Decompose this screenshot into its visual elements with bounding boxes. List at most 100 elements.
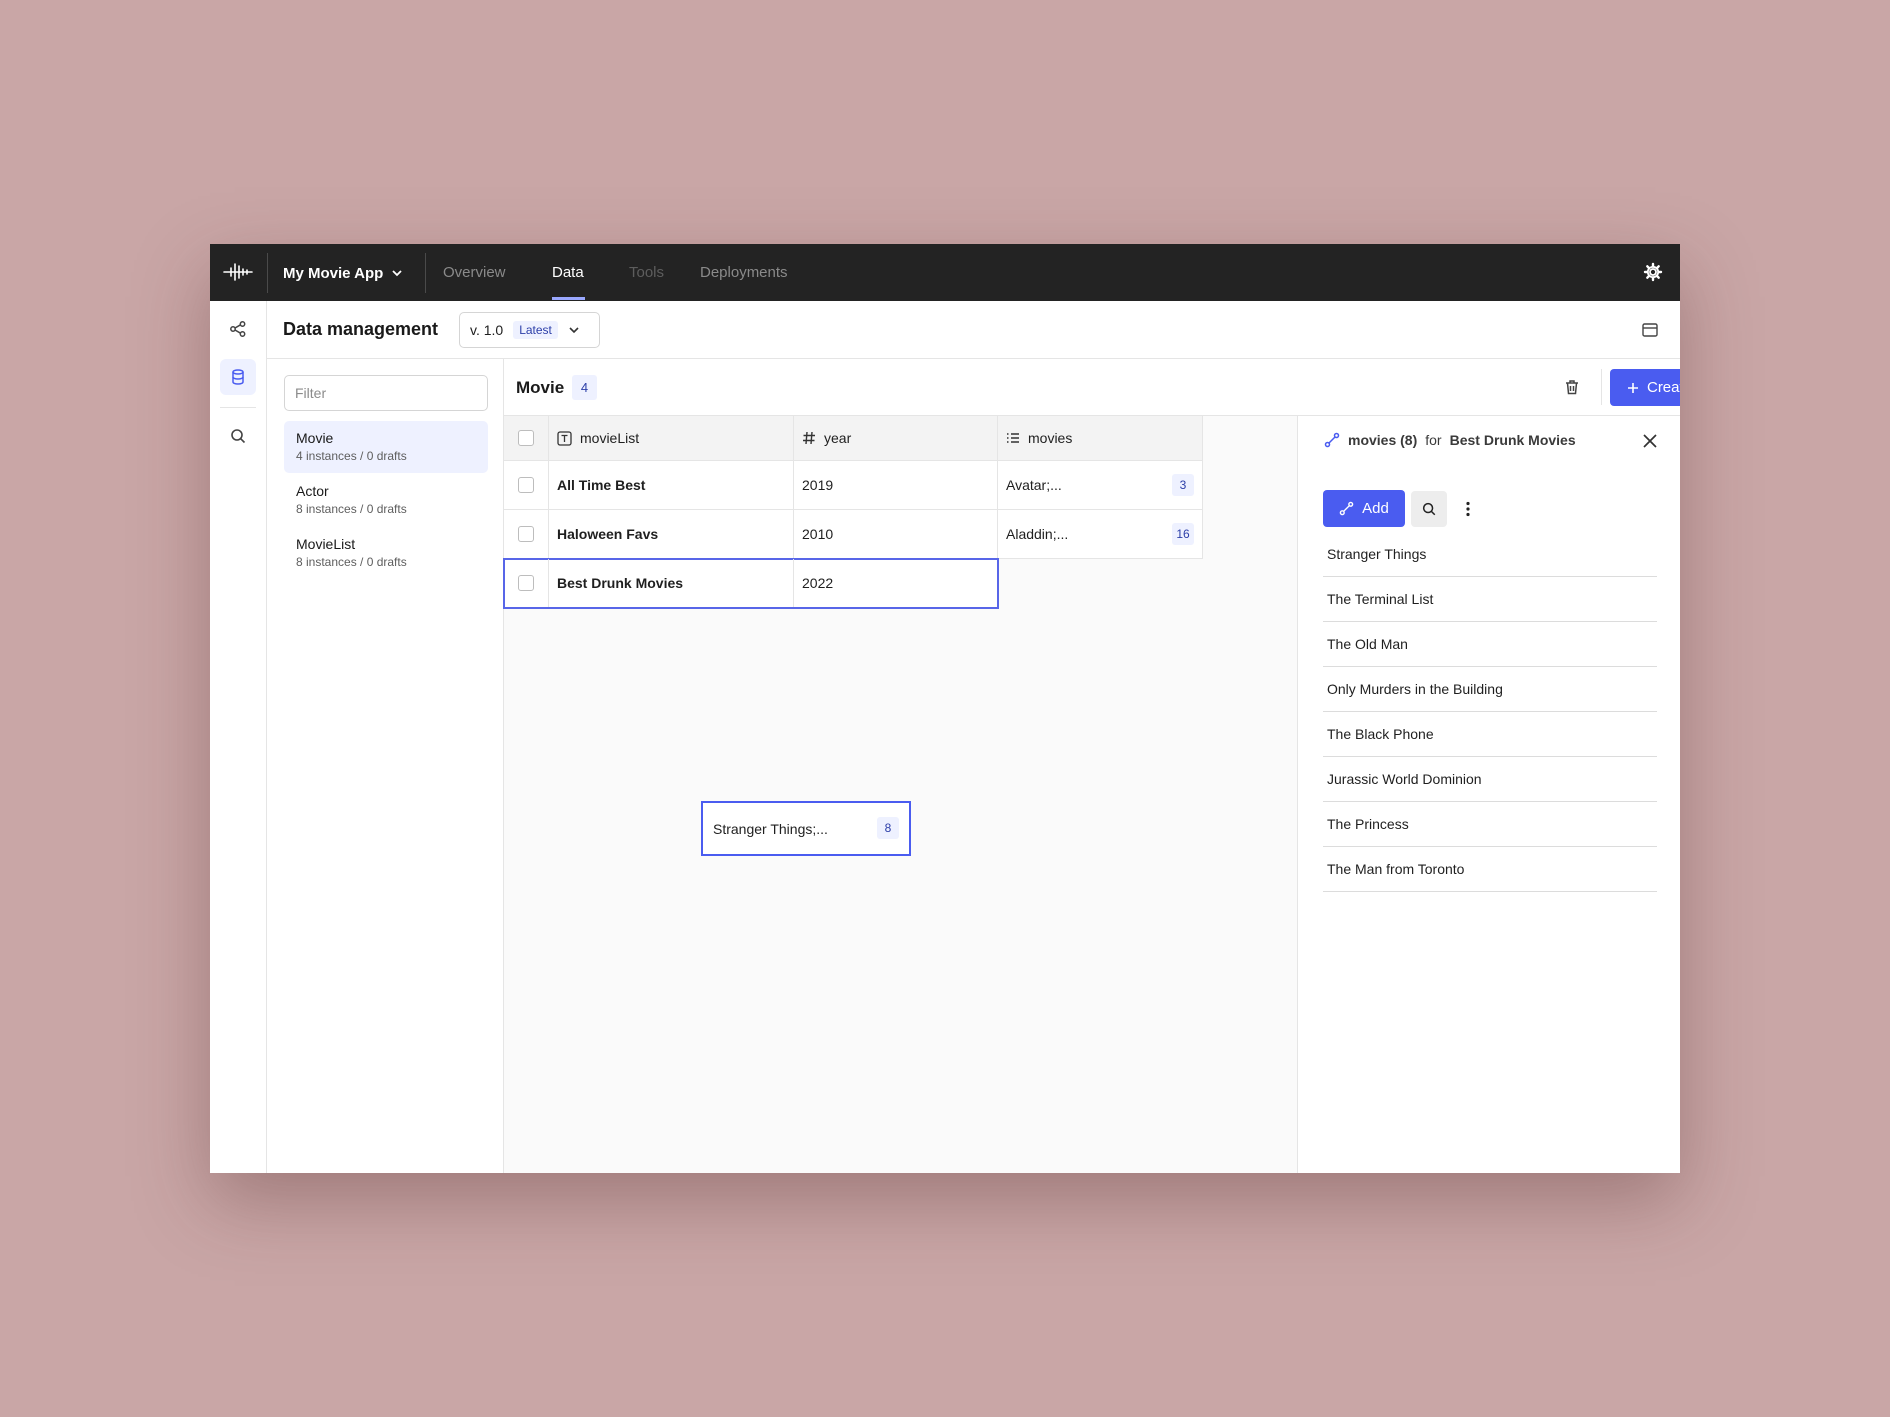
table-row[interactable]: All Time Best 2019 Avatar;... 3 [504,461,1203,510]
detail-title: movies (8) for Best Drunk Movies [1324,432,1576,448]
app-name: My Movie App [283,264,384,282]
cell-year[interactable]: 2019 [794,461,998,509]
add-relation-button[interactable]: Add [1323,490,1405,527]
tab-data[interactable]: Data [552,262,584,284]
filter-input[interactable] [284,375,488,411]
topbar-divider [425,253,426,293]
text-type-icon [557,430,572,446]
column-header-year[interactable]: year [794,416,998,460]
cell-year[interactable]: 2022 [794,559,998,607]
column-label: year [824,430,852,446]
close-icon[interactable] [1641,432,1659,450]
related-movies-list: Stranger Things The Terminal List The Ol… [1323,532,1657,892]
list-item[interactable]: The Princess [1323,802,1657,847]
topbar-divider [267,253,268,293]
window-icon[interactable] [1641,321,1659,339]
table-row[interactable]: Haloween Favs 2010 Aladdin;... 16 [504,510,1203,559]
schema-nav-button[interactable] [220,311,256,347]
cell-movielist[interactable]: Haloween Favs [549,510,794,558]
active-tab-indicator [552,297,585,300]
content-area: Movie 4 Create movieList year [503,359,1680,1173]
row-select-cell [504,559,549,607]
search-nav-button[interactable] [220,418,256,454]
model-name: Actor [296,483,329,499]
cell-movies[interactable]: Aladdin;... 16 [998,510,1203,558]
relation-count-badge: 3 [1172,474,1194,496]
data-nav-button[interactable] [220,359,256,395]
model-item-movie[interactable]: Movie 4 instances / 0 drafts [284,421,488,473]
tab-deployments[interactable]: Deployments [700,262,788,284]
top-bar: My Movie App Overview Data Tools Deploym… [210,244,1680,301]
relation-count-badge: 8 [877,817,899,839]
column-label: movieList [580,430,640,446]
kebab-menu-icon [1466,501,1470,517]
table-header-row: movieList year movies [504,416,1203,461]
list-icon [1007,433,1019,443]
tab-tools[interactable]: Tools [629,262,664,284]
cell-movies-selected[interactable]: Stranger Things;... 8 [701,801,911,856]
cell-year[interactable]: 2010 [794,510,998,558]
detail-field: movies (8) [1348,432,1418,448]
version-select[interactable]: v. 1.0 Latest [459,312,600,348]
cell-movies-text: Aladdin;... [1006,526,1069,542]
relation-link-icon [1339,501,1354,516]
content-toolbar: Movie 4 Create [504,359,1680,416]
relation-link-icon [1324,432,1340,448]
list-item[interactable]: Jurassic World Dominion [1323,757,1657,802]
model-meta: 4 instances / 0 drafts [296,449,407,463]
chevron-down-icon [569,327,579,334]
database-icon [232,369,244,385]
row-select-cell [504,461,549,509]
cell-movies-text: Stranger Things;... [713,820,828,837]
page-title: Data management [283,319,439,339]
row-checkbox[interactable] [518,477,534,493]
column-label: movies [1028,430,1073,446]
search-icon [231,429,246,444]
cell-movielist[interactable]: All Time Best [549,461,794,509]
list-item[interactable]: The Terminal List [1323,577,1657,622]
page-header: Data management v. 1.0 Latest [267,301,1680,359]
detail-target: Best Drunk Movies [1449,432,1576,448]
list-item[interactable]: Stranger Things [1323,532,1657,577]
row-checkbox[interactable] [518,575,534,591]
row-select-cell [504,510,549,558]
hash-icon [803,431,815,445]
model-list-panel: Movie 4 instances / 0 drafts Actor 8 ins… [267,359,504,1173]
tab-overview[interactable]: Overview [443,262,506,284]
cell-movies[interactable]: Avatar;... 3 [998,461,1203,509]
relation-count-badge: 16 [1172,523,1194,545]
table-row-selected[interactable]: Best Drunk Movies 2022 [503,558,999,609]
app-window: My Movie App Overview Data Tools Deploym… [210,244,1680,1173]
list-item[interactable]: The Old Man [1323,622,1657,667]
select-all-checkbox[interactable] [518,430,534,446]
list-item[interactable]: Only Murders in the Building [1323,667,1657,712]
cell-movies-text: Avatar;... [1006,477,1062,493]
more-options-button[interactable] [1457,491,1479,527]
detail-for-label: for [1425,432,1442,448]
search-relations-button[interactable] [1411,491,1447,527]
create-label: Create [1646,379,1680,396]
chevron-down-icon [392,270,402,277]
add-label: Add [1362,500,1389,517]
column-header-movies[interactable]: movies [998,416,1203,460]
app-switcher[interactable]: My Movie App [283,262,403,284]
instance-count-badge: 4 [572,375,597,400]
relation-detail-panel: movies (8) for Best Drunk Movies Add Str… [1297,416,1680,1173]
list-item[interactable]: The Man from Toronto [1323,847,1657,892]
select-all-cell [504,416,549,460]
row-checkbox[interactable] [518,526,534,542]
plus-icon [1627,382,1638,393]
search-icon [1422,502,1436,516]
schema-graph-icon [230,321,246,337]
model-item-movielist[interactable]: MovieList 8 instances / 0 drafts [284,527,488,579]
create-button[interactable]: Create [1610,369,1680,406]
latest-badge: Latest [513,321,558,339]
list-item[interactable]: The Black Phone [1323,712,1657,757]
gear-icon[interactable] [1643,262,1663,282]
column-header-movielist[interactable]: movieList [549,416,794,460]
trash-icon[interactable] [1563,378,1581,396]
model-name: MovieList [296,536,356,552]
rail-divider [220,407,256,408]
cell-movielist[interactable]: Best Drunk Movies [549,559,794,607]
model-item-actor[interactable]: Actor 8 instances / 0 drafts [284,474,488,526]
